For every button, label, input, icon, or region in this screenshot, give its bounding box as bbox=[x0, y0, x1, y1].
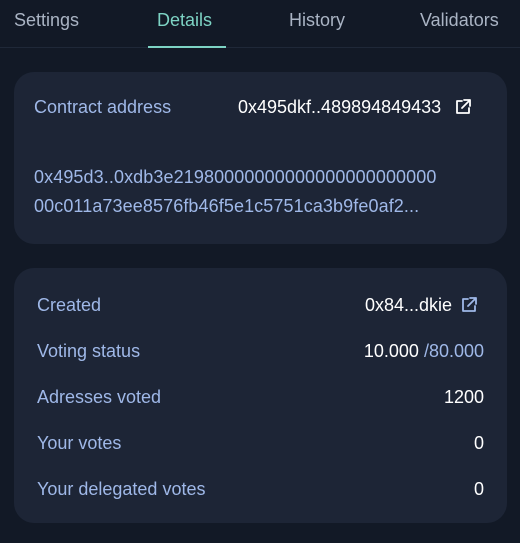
tab-bar: Settings Details History Validators bbox=[0, 0, 520, 48]
voting-current: 10.000 bbox=[363, 341, 419, 361]
addresses-voted-value: 1200 bbox=[443, 387, 484, 407]
created-value[interactable]: 0x84...dkie bbox=[365, 295, 452, 316]
tab-validators[interactable]: Validators bbox=[420, 10, 499, 31]
details-card: Created 0x84...dkie Voting status 10.000… bbox=[14, 268, 507, 523]
addresses-voted-label: Adresses voted bbox=[37, 387, 162, 407]
contract-data-line-2: 00c011a73ee8576fb46f5e1c5751ca3b9fe0af2.… bbox=[34, 196, 420, 216]
external-link-icon[interactable] bbox=[460, 296, 478, 314]
tab-history[interactable]: History bbox=[289, 10, 345, 31]
your-votes-value: 0 bbox=[473, 433, 484, 453]
voting-status-label: Voting status bbox=[37, 341, 141, 361]
contract-data-line-1: 0x495d3..0xdb3e2198000000000000000000000… bbox=[34, 167, 437, 187]
contract-address-value[interactable]: 0x495dkf..489894849433 bbox=[238, 97, 441, 118]
active-tab-indicator bbox=[148, 46, 226, 48]
contract-card: Contract address 0x495dkf..489894849433 … bbox=[14, 72, 507, 244]
delegated-votes-value: 0 bbox=[473, 479, 484, 499]
voting-status-value: 10.000 /80.000 bbox=[364, 341, 484, 362]
your-votes-label: Your votes bbox=[37, 433, 122, 453]
created-label: Created bbox=[37, 295, 102, 315]
tab-details[interactable]: Details bbox=[157, 10, 212, 31]
external-link-icon[interactable] bbox=[454, 98, 472, 116]
delegated-votes-label: Your delegated votes bbox=[37, 479, 206, 499]
voting-total: /80.000 bbox=[423, 341, 484, 361]
contract-address-label: Contract address bbox=[34, 97, 172, 117]
tab-settings[interactable]: Settings bbox=[14, 10, 79, 31]
